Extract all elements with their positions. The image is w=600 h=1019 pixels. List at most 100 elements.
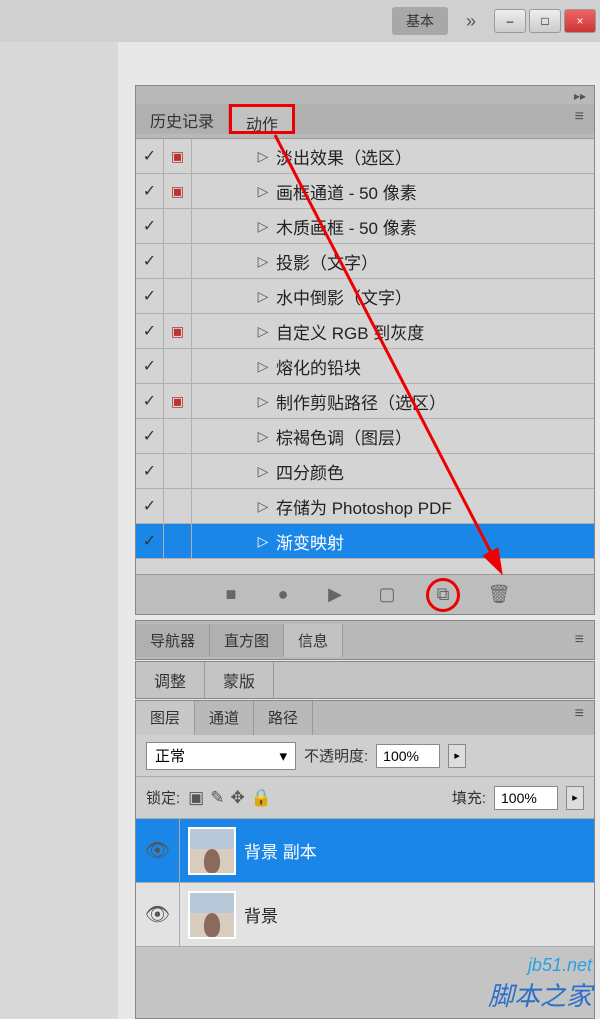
workspace-basic-button[interactable]: 基本	[392, 7, 448, 35]
expand-icon[interactable]: ▷	[252, 498, 274, 515]
action-toggle-checkbox[interactable]: ✓	[136, 349, 164, 383]
action-toggle-checkbox[interactable]: ✓	[136, 174, 164, 208]
blend-mode-select[interactable]: 正常 ▾	[146, 742, 296, 770]
action-dialog-toggle[interactable]	[164, 489, 192, 523]
new-folder-icon[interactable]: ▢	[374, 582, 400, 608]
action-dialog-toggle[interactable]	[164, 524, 192, 558]
action-dialog-toggle[interactable]	[164, 349, 192, 383]
tab-history[interactable]: 历史记录	[136, 104, 229, 134]
action-dialog-toggle[interactable]	[164, 279, 192, 313]
expand-icon[interactable]: ▷	[252, 148, 274, 165]
action-row[interactable]: ✓▣ ▷淡出效果（选区）	[136, 139, 594, 174]
tab-layers[interactable]: 图层	[136, 701, 195, 735]
action-dialog-toggle[interactable]: ▣	[164, 384, 192, 418]
action-label: 自定义 RGB 到灰度	[274, 319, 594, 344]
lock-all-icon[interactable]: 🔒	[251, 788, 272, 808]
tab-histogram[interactable]: 直方图	[210, 624, 284, 657]
action-label: 熔化的铅块	[274, 354, 594, 379]
action-dialog-toggle[interactable]	[164, 209, 192, 243]
maximize-button[interactable]: □	[529, 9, 561, 33]
visibility-eye-icon[interactable]: 👁	[136, 883, 180, 946]
tab-navigator[interactable]: 导航器	[136, 624, 210, 657]
layer-row[interactable]: 👁背景	[136, 883, 594, 947]
new-action-icon[interactable]: ⧉	[426, 578, 460, 612]
expand-icon[interactable]: ▷	[252, 463, 274, 480]
action-toggle-checkbox[interactable]: ✓	[136, 419, 164, 453]
visibility-eye-icon[interactable]: 👁	[136, 819, 180, 882]
blend-opacity-row: 正常 ▾ 不透明度: 100% ▸	[136, 735, 594, 777]
layer-row[interactable]: 👁背景 副本	[136, 819, 594, 883]
expand-icon[interactable]: ▷	[252, 218, 274, 235]
action-row[interactable]: ✓▷存储为 Photoshop PDF	[136, 489, 594, 524]
action-toggle-checkbox[interactable]: ✓	[136, 139, 164, 173]
tab-actions[interactable]: 动作	[229, 104, 295, 134]
expand-icon[interactable]: ▷	[252, 323, 274, 340]
action-toggle-checkbox[interactable]: ✓	[136, 314, 164, 348]
action-toggle-checkbox[interactable]: ✓	[136, 244, 164, 278]
adjustments-panel-tabs: 调整 蒙版	[135, 661, 595, 699]
close-button[interactable]: ×	[564, 9, 596, 33]
action-row[interactable]: ✓▣ ▷画框通道 - 50 像素	[136, 174, 594, 209]
action-label: 棕褐色调（图层）	[274, 424, 594, 449]
action-row[interactable]: ✓▷水中倒影（文字）	[136, 279, 594, 314]
action-dialog-toggle[interactable]	[164, 419, 192, 453]
tab-paths[interactable]: 路径	[254, 701, 313, 735]
expand-icon[interactable]: ▷	[252, 428, 274, 445]
layer-thumbnail[interactable]	[188, 891, 236, 939]
tab-masks[interactable]: 蒙版	[205, 662, 274, 698]
action-toggle-checkbox[interactable]: ✓	[136, 279, 164, 313]
action-label: 木质画框 - 50 像素	[274, 214, 594, 239]
action-row[interactable]: ✓▣ ▷自定义 RGB 到灰度	[136, 314, 594, 349]
expand-icon[interactable]: ▷	[252, 393, 274, 410]
panel-menu-icon[interactable]: ≡	[565, 104, 594, 134]
action-row[interactable]: ✓▷四分颜色	[136, 454, 594, 489]
action-row[interactable]: ✓▷渐变映射	[136, 524, 594, 559]
action-row[interactable]: ✓▣ ▷制作剪贴路径（选区）	[136, 384, 594, 419]
window-controls: – □ ×	[494, 9, 596, 33]
tab-channels[interactable]: 通道	[195, 701, 254, 735]
stop-icon[interactable]: ■	[218, 582, 244, 608]
action-toggle-checkbox[interactable]: ✓	[136, 489, 164, 523]
action-row[interactable]: ✓ ▷棕褐色调（图层）	[136, 419, 594, 454]
tab-adjustments[interactable]: 调整	[136, 662, 205, 698]
delete-icon[interactable]: 🗑	[486, 582, 512, 608]
expand-icon[interactable]: ▷	[252, 533, 274, 550]
lock-position-icon[interactable]: ✥	[230, 788, 244, 808]
lock-pixels-icon[interactable]: ✎	[210, 788, 224, 808]
action-toggle-checkbox[interactable]: ✓	[136, 524, 164, 558]
panel-menu-icon[interactable]: ≡	[565, 701, 594, 735]
action-toggle-checkbox[interactable]: ✓	[136, 384, 164, 418]
action-toggle-checkbox[interactable]: ✓	[136, 454, 164, 488]
action-dialog-toggle[interactable]: ▣	[164, 139, 192, 173]
opacity-flyout-icon[interactable]: ▸	[448, 744, 466, 768]
record-icon[interactable]: ●	[270, 582, 296, 608]
fill-value-input[interactable]: 100%	[494, 786, 558, 810]
action-label: 投影（文字）	[274, 249, 594, 274]
panel-menu-icon[interactable]: ≡	[565, 627, 594, 653]
tab-info[interactable]: 信息	[284, 624, 343, 657]
expand-icon[interactable]: ▷	[252, 358, 274, 375]
action-label: 制作剪贴路径（选区）	[274, 389, 594, 414]
lock-transparent-icon[interactable]: ▣	[188, 788, 204, 808]
action-row[interactable]: ✓ ▷投影（文字）	[136, 244, 594, 279]
action-row[interactable]: ✓ ▷木质画框 - 50 像素	[136, 209, 594, 244]
action-dialog-toggle[interactable]	[164, 454, 192, 488]
expand-icon[interactable]: ▷	[252, 253, 274, 270]
play-icon[interactable]: ▶	[322, 582, 348, 608]
lock-fill-row: 锁定: ▣ ✎ ✥ 🔒 填充: 100% ▸	[136, 777, 594, 819]
fill-flyout-icon[interactable]: ▸	[566, 786, 584, 810]
expand-icon[interactable]: ▷	[252, 183, 274, 200]
action-label: 画框通道 - 50 像素	[274, 179, 594, 204]
collapse-panel-icon[interactable]: ▸▸	[574, 89, 586, 103]
minimize-button[interactable]: –	[494, 9, 526, 33]
action-label: 淡出效果（选区）	[274, 144, 594, 169]
action-dialog-toggle[interactable]: ▣	[164, 314, 192, 348]
action-row[interactable]: ✓ ▷熔化的铅块	[136, 349, 594, 384]
action-toggle-checkbox[interactable]: ✓	[136, 209, 164, 243]
action-dialog-toggle[interactable]: ▣	[164, 174, 192, 208]
expand-icon[interactable]: ▷	[252, 288, 274, 305]
layer-thumbnail[interactable]	[188, 827, 236, 875]
workspace-more-button[interactable]: »	[452, 7, 490, 36]
opacity-value-input[interactable]: 100%	[376, 744, 440, 768]
action-dialog-toggle[interactable]	[164, 244, 192, 278]
